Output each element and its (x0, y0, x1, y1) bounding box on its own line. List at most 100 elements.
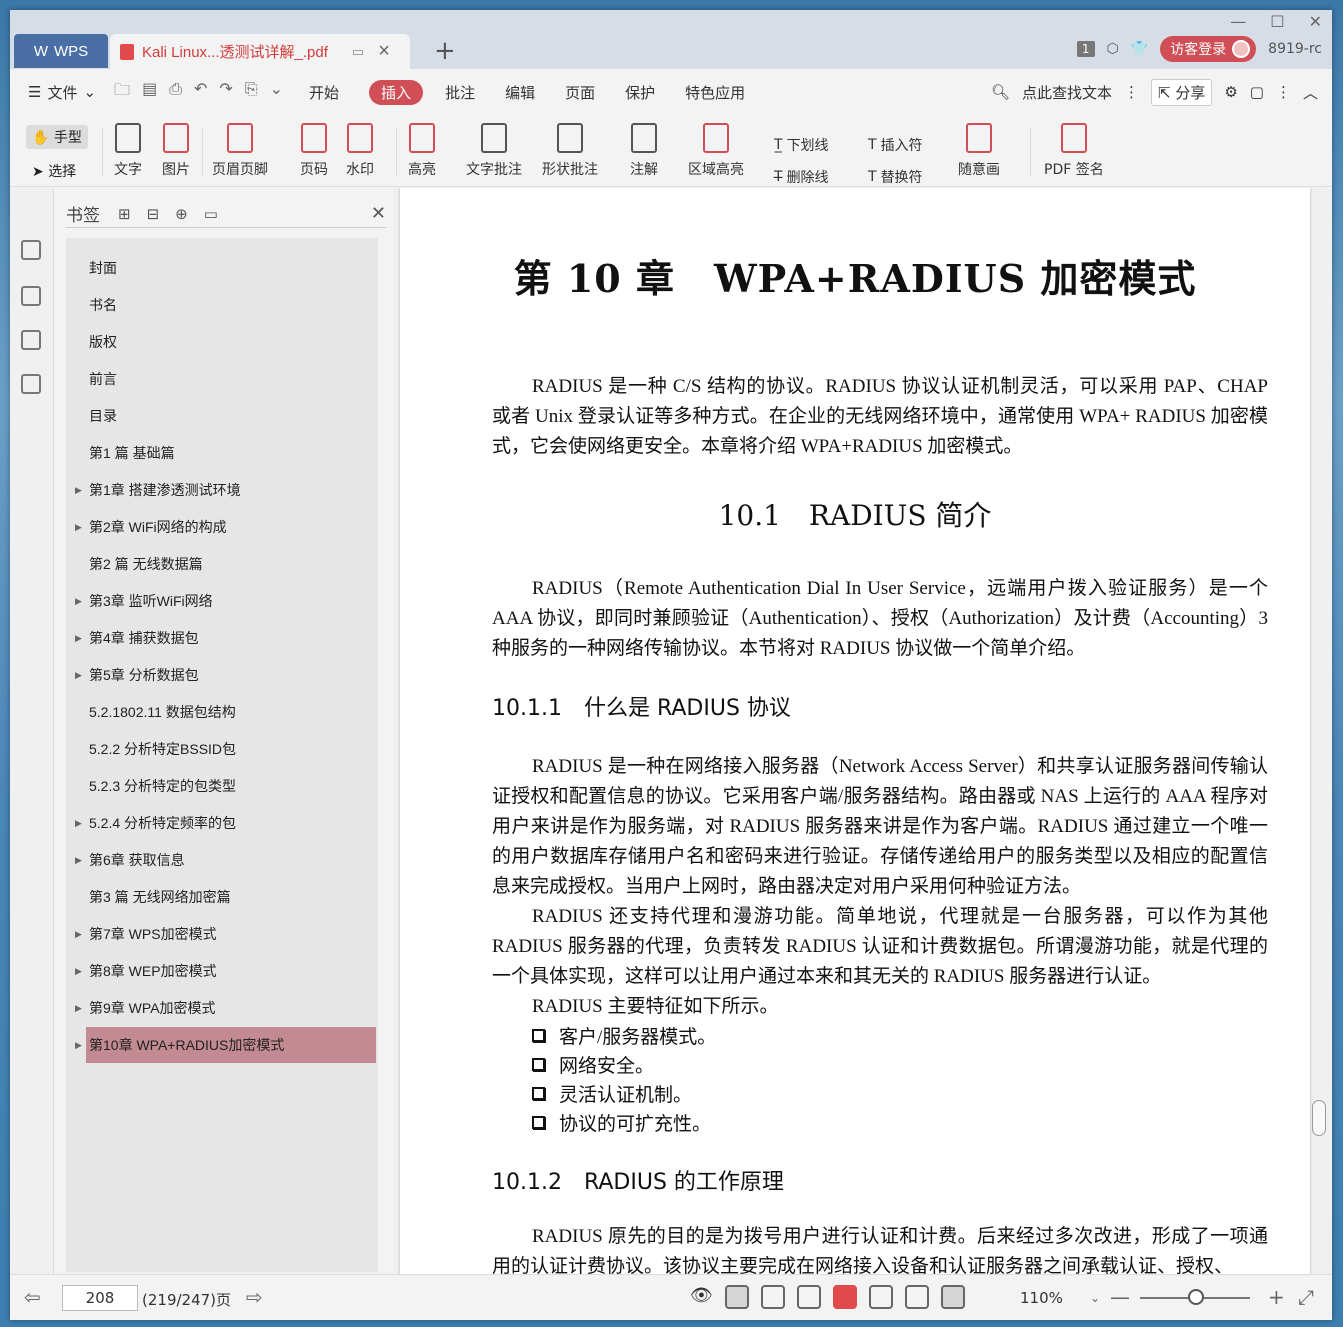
maximize-icon[interactable]: ☐ (1270, 12, 1284, 31)
bookmark-list-icon[interactable] (21, 240, 41, 260)
bookmark-item[interactable]: 目录 (66, 398, 378, 434)
replace-char-button[interactable]: T 替换符 (868, 167, 923, 187)
bookmark-item[interactable]: ▶ 第4章 捕获数据包 (66, 620, 378, 656)
bookmark-item[interactable]: ▶ 第3章 监听WiFi网络 (66, 583, 378, 619)
share-button[interactable]: ⇱ 分享 (1150, 78, 1213, 106)
signature-panel-icon[interactable] (21, 374, 41, 394)
close-window-icon[interactable]: ✕ (1309, 12, 1322, 31)
area-highlight-button[interactable]: 区域高亮 (688, 123, 744, 179)
more-options-icon[interactable]: ⋮ (1276, 83, 1291, 101)
double-page-icon[interactable] (796, 1285, 821, 1309)
single-page-icon[interactable] (760, 1285, 785, 1309)
watermark-button[interactable]: 水印 (346, 123, 374, 179)
page-number-input[interactable]: 208 (62, 1285, 138, 1311)
strikethrough-button[interactable]: T̶ 删除线 (774, 167, 829, 187)
print-icon[interactable]: ⎙ (169, 79, 182, 106)
shape-note-button[interactable]: 形状批注 (542, 123, 598, 179)
menu-tab-edit[interactable]: 编辑 (505, 82, 535, 103)
eye-icon[interactable]: 👁︎ (690, 1285, 713, 1309)
bookmark-item[interactable]: 版权 (66, 324, 378, 360)
bookmark-item[interactable]: ▶ 第7章 WPS加密模式 (66, 916, 378, 952)
expand-arrow-icon[interactable]: ▶ (75, 929, 82, 940)
expand-arrow-icon[interactable]: ▶ (75, 633, 82, 644)
expand-arrow-icon[interactable]: ▶ (75, 855, 82, 866)
fit-page-icon[interactable] (904, 1285, 929, 1309)
freehand-button[interactable]: 随意画 (958, 123, 1000, 179)
close-panel-icon[interactable]: ✕ (371, 203, 386, 224)
expand-arrow-icon[interactable]: ▶ (75, 966, 82, 977)
expand-arrow-icon[interactable]: ▶ (75, 522, 82, 533)
insert-text-button[interactable]: 文字 (114, 123, 142, 179)
bookmark-item[interactable]: 5.2.2 分析特定BSSID包 (66, 731, 378, 767)
document-viewer[interactable]: 第 10 章 WPA+RADIUS 加密模式 RADIUS 是一种 C/S 结构… (394, 188, 1332, 1274)
zoom-out-icon[interactable]: — (1110, 1285, 1130, 1309)
find-text-link[interactable]: 点此查找文本 (1022, 82, 1112, 103)
zoom-level[interactable]: 110% (1020, 1289, 1063, 1307)
wps-home-tab[interactable]: W WPS (14, 34, 108, 68)
header-footer-button[interactable]: 页眉页脚 (212, 123, 268, 179)
export-icon[interactable]: ⎘ (245, 79, 258, 106)
thumbnail-icon[interactable] (21, 286, 41, 306)
bookmark-options-icon[interactable]: ▭ (204, 205, 218, 223)
redo-icon[interactable]: ↷ (219, 79, 232, 106)
bookmark-item[interactable]: ▶ 第9章 WPA加密模式 (66, 990, 378, 1026)
play-icon[interactable] (832, 1285, 857, 1309)
bookmark-item[interactable]: ▶ 第5章 分析数据包 (66, 657, 378, 693)
more-chevron-icon[interactable]: ⌄ (270, 79, 283, 106)
expand-arrow-icon[interactable]: ▶ (75, 670, 82, 681)
bookmark-item[interactable]: 5.2.3 分析特定的包类型 (66, 768, 378, 804)
skin-icon[interactable]: 👕 (1131, 41, 1148, 57)
menu-tab-insert[interactable]: 插入 (369, 79, 424, 105)
expand-arrow-icon[interactable]: ▶ (75, 1040, 82, 1051)
underline-button[interactable]: T̲ 下划线 (774, 135, 829, 155)
settings-icon[interactable]: ⚙ (1224, 83, 1237, 101)
expand-arrow-icon[interactable]: ▶ (75, 1003, 82, 1014)
hand-tool-button[interactable]: ✋ 手型 (26, 125, 88, 149)
next-page-icon[interactable]: ⇨ (246, 1285, 263, 1309)
page-number-button[interactable]: 页码 (300, 123, 328, 179)
screen-icon[interactable]: ▭ (352, 44, 364, 60)
continuous-view-icon[interactable] (724, 1285, 749, 1309)
page-count-badge[interactable]: 1 (1076, 41, 1095, 57)
menu-tab-start[interactable]: 开始 (309, 82, 339, 103)
badge-icon[interactable]: ⬡ (1107, 41, 1119, 57)
zoom-in-icon[interactable]: + (1268, 1285, 1285, 1309)
bookmark-item[interactable]: ▶ 第8章 WEP加密模式 (66, 953, 378, 989)
add-bookmark-icon[interactable]: ⊕ (175, 205, 188, 223)
expand-arrow-icon[interactable]: ▶ (75, 485, 82, 496)
menu-tab-features[interactable]: 特色应用 (685, 82, 745, 103)
fit-width-icon[interactable] (940, 1285, 965, 1309)
save-icon[interactable]: ▤ (142, 79, 157, 106)
pdf-sign-button[interactable]: PDF 签名 (1044, 123, 1104, 179)
text-note-button[interactable]: 文字批注 (466, 123, 522, 179)
menu-tab-comment[interactable]: 批注 (445, 82, 475, 103)
bookmark-item[interactable]: ▶ 第1章 搭建渗透测试环境 (66, 472, 378, 508)
bookmark-item[interactable]: 第3 篇 无线网络加密篇 (66, 879, 378, 915)
undo-icon[interactable]: ↶ (194, 79, 207, 106)
search-icon[interactable]: 🔍︎ (991, 83, 1010, 101)
highlight-button[interactable]: 高亮 (408, 123, 436, 179)
bookmark-item[interactable]: 5.2.1802.11 数据包结构 (66, 694, 378, 730)
bookmark-item[interactable]: 第1 篇 基础篇 (66, 435, 378, 471)
prev-page-icon[interactable]: ⇦ (24, 1285, 41, 1309)
bookmark-item[interactable]: ▶ 5.2.4 分析特定频率的包 (66, 805, 378, 841)
select-tool-button[interactable]: ➤ 选择 (32, 161, 76, 181)
zoom-slider-knob[interactable] (1188, 1289, 1204, 1305)
menu-tab-protect[interactable]: 保护 (625, 82, 655, 103)
annotation-list-icon[interactable] (21, 330, 41, 350)
actual-size-icon[interactable] (868, 1285, 893, 1309)
bookmark-item[interactable]: 书名 (66, 287, 378, 323)
guest-login-button[interactable]: 访客登录 (1160, 36, 1257, 62)
bookmark-item[interactable]: ▶ 第10章 WPA+RADIUS加密模式 (75, 1027, 376, 1063)
collapse-ribbon-icon[interactable]: ︿ (1303, 82, 1318, 103)
new-tab-button[interactable]: + (434, 36, 456, 66)
scrollbar-thumb[interactable] (1312, 1100, 1326, 1136)
fullscreen-icon[interactable]: ⤢ (1298, 1285, 1314, 1309)
bookmark-item[interactable]: 封面 (66, 250, 378, 286)
annotate-button[interactable]: 注解 (630, 123, 658, 179)
menu-tab-page[interactable]: 页面 (565, 82, 595, 103)
expand-arrow-icon[interactable]: ▶ (75, 818, 82, 829)
expand-all-icon[interactable]: ⊞ (118, 205, 131, 223)
document-tab[interactable]: Kali Linux...透测试详解_.pdf ▭ × (110, 34, 410, 69)
bookmark-item[interactable]: 第2 篇 无线数据篇 (66, 546, 378, 582)
